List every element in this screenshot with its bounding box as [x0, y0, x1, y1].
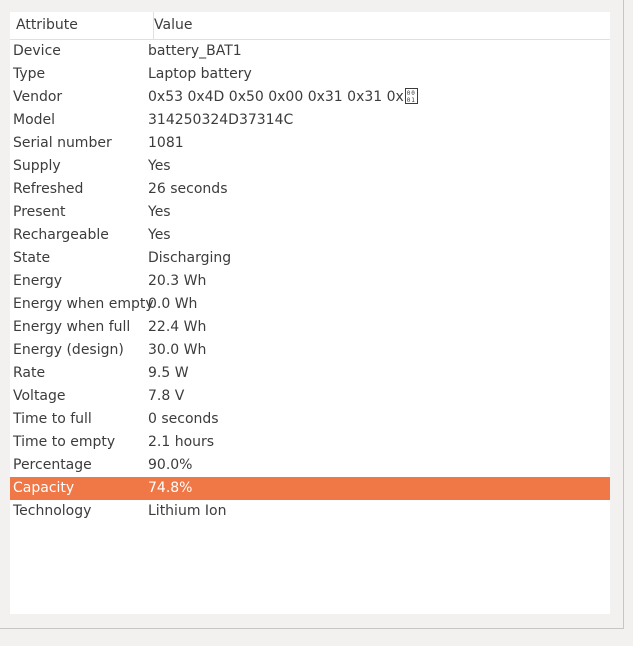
row-value-text: 0 seconds [148, 411, 219, 427]
table-header: Attribute Value [10, 12, 610, 40]
table-row[interactable]: Technology Lithium Ion [10, 500, 610, 523]
attribute-table[interactable]: Attribute Value Device battery_BAT1 Type La… [10, 12, 610, 614]
table-row[interactable]: Serial number 1081 [10, 132, 610, 155]
row-value: 9.5 W [148, 362, 189, 385]
row-attribute-label: Energy when empty [13, 296, 154, 312]
table-row[interactable]: Refreshed 26 seconds [10, 178, 610, 201]
row-attribute-label: Energy [13, 273, 63, 289]
row-value: 2.1 hours [148, 431, 214, 454]
row-value-text: 20.3 Wh [148, 273, 207, 289]
table-row[interactable]: State Discharging [10, 247, 610, 270]
row-value: 22.4 Wh [148, 316, 206, 339]
row-value: battery_BAT1 [148, 40, 242, 63]
row-value-text: 90.0% [148, 457, 193, 473]
table-row[interactable]: Vendor 0x53 0x4D 0x50 0x00 0x31 0x31 0x 00… [10, 86, 610, 109]
row-value-text: 74.8% [148, 480, 193, 496]
row-value-text: 9.5 W [148, 365, 189, 381]
unprintable-char-glyph: 00 01 [404, 87, 418, 104]
row-attribute-label: Rechargeable [13, 227, 109, 243]
row-value-text: Lithium Ion [148, 503, 227, 519]
table-row[interactable]: Energy when empty 0.0 Wh [10, 293, 610, 316]
table-row[interactable]: Model 314250324D37314C [10, 109, 610, 132]
row-value-text: 1081 [148, 135, 184, 151]
table-rows: Device battery_BAT1 Type Laptop battery Vend… [10, 40, 610, 523]
table-row[interactable]: Rechargeable Yes [10, 224, 610, 247]
row-value-text: 314250324D37314C [148, 112, 294, 128]
row-attribute-label: Time to empty [13, 434, 116, 450]
row-attribute-label: Type [13, 66, 46, 82]
table-row[interactable]: Type Laptop battery [10, 63, 610, 86]
table-row[interactable]: Voltage 7.8 V [10, 385, 610, 408]
row-value-text: 0x53 0x4D 0x50 0x00 0x31 0x31 0x [148, 89, 404, 105]
table-row[interactable]: Capacity 74.8% [10, 477, 610, 500]
row-value-text: 0.0 Wh [148, 296, 198, 312]
row-attribute-label: Vendor [13, 89, 63, 105]
row-value: Lithium Ion [148, 500, 226, 523]
row-value: 1081 [148, 132, 184, 155]
row-value-text: battery_BAT1 [148, 43, 242, 59]
row-value-text: 30.0 Wh [148, 342, 207, 358]
row-attribute-label: Time to full [13, 411, 92, 427]
table-row[interactable]: Percentage 90.0% [10, 454, 610, 477]
table-row[interactable]: Present Yes [10, 201, 610, 224]
row-value-text: Discharging [148, 250, 232, 266]
table-row[interactable]: Supply Yes [10, 155, 610, 178]
row-value: 0x53 0x4D 0x50 0x00 0x31 0x31 0x 00 01 [148, 86, 418, 109]
row-value-text: 7.8 V [148, 388, 185, 404]
column-header-attribute[interactable]: Attribute [10, 12, 154, 39]
table-row[interactable]: Time to empty 2.1 hours [10, 431, 610, 454]
row-value-text: Yes [148, 158, 171, 174]
row-attribute-label: Model [13, 112, 56, 128]
row-value: Yes [148, 224, 171, 247]
row-value: Discharging [148, 247, 231, 270]
row-attribute-label: Percentage [13, 457, 92, 473]
row-value: 74.8% [148, 477, 192, 500]
row-attribute-label: Technology [13, 503, 92, 519]
row-value-text: 22.4 Wh [148, 319, 207, 335]
row-attribute-label: Voltage [13, 388, 66, 404]
row-value: Yes [148, 155, 171, 178]
table-row[interactable]: Energy (design) 30.0 Wh [10, 339, 610, 362]
row-value-text: Yes [148, 227, 171, 243]
row-value-text: Laptop battery [148, 66, 252, 82]
window: Attribute Value Device battery_BAT1 Type La… [0, 0, 624, 629]
table-row[interactable]: Energy 20.3 Wh [10, 270, 610, 293]
table-row[interactable]: Time to full 0 seconds [10, 408, 610, 431]
row-value: 314250324D37314C [148, 109, 293, 132]
row-attribute-label: Capacity [13, 480, 75, 496]
row-attribute-label: Supply [13, 158, 61, 174]
row-attribute-label: Present [13, 204, 66, 220]
row-attribute-label: Serial number [13, 135, 112, 151]
row-value: 30.0 Wh [148, 339, 206, 362]
row-attribute-label: Energy when full [13, 319, 131, 335]
row-attribute-label: Device [13, 43, 61, 59]
row-value: 90.0% [148, 454, 192, 477]
row-value-text: 26 seconds [148, 181, 228, 197]
table-row[interactable]: Energy when full 22.4 Wh [10, 316, 610, 339]
row-value: 26 seconds [148, 178, 228, 201]
row-value-text: 2.1 hours [148, 434, 215, 450]
row-value: 7.8 V [148, 385, 184, 408]
row-value: Yes [148, 201, 171, 224]
row-attribute-label: Rate [13, 365, 46, 381]
row-value: 0.0 Wh [148, 293, 197, 316]
row-attribute-label: Energy (design) [13, 342, 124, 358]
table-row[interactable]: Device battery_BAT1 [10, 40, 610, 63]
row-value: 0 seconds [148, 408, 219, 431]
row-attribute-label: State [13, 250, 51, 266]
table-row[interactable]: Rate 9.5 W [10, 362, 610, 385]
column-header-value[interactable]: Value [154, 12, 192, 39]
row-value: 20.3 Wh [148, 270, 206, 293]
row-value: Laptop battery [148, 63, 252, 86]
row-value-text: Yes [148, 204, 171, 220]
row-attribute-label: Refreshed [13, 181, 84, 197]
